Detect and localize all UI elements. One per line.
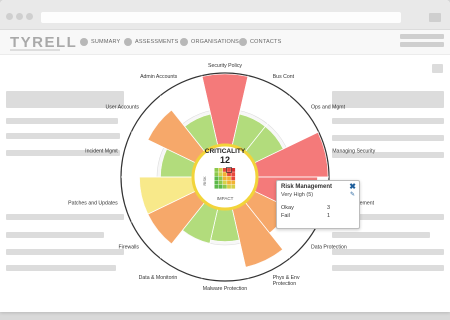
heatmap-cell [227,180,231,185]
segment-label: Admin Accounts [140,74,178,80]
popup-title: Risk Management [281,184,333,190]
browser-window: TYRELL SUMMARY ASSESSMENTS ORGANISATIONS… [0,0,450,312]
popup-fail-value: 1 [327,213,331,219]
heatmap-cell [222,172,227,176]
heatmap-cell [214,172,219,176]
heatmap-cell [214,180,219,185]
heatmap-cell [231,184,236,189]
popup-okay-label: Okay [281,205,294,211]
edit-icon[interactable]: ✎ [350,191,355,198]
segment-label: Data Protection [311,245,347,251]
heatmap-cell [231,172,236,176]
heatmap-cell [222,168,227,172]
segment-label: Phys & Env Protection [273,275,300,287]
segment-label: Firewalls [119,245,140,251]
segment-label: Managing Security [332,149,375,155]
heatmap-cell [218,184,223,189]
heatmap-cell [231,180,236,185]
heatmap-cell [231,176,236,181]
popup-fail-label: Fail [281,213,290,219]
heatmap-cell [227,168,231,172]
heatmap-cell [222,176,227,181]
segment-label: Data & Monitorin [139,275,178,281]
heatmap-cell [222,180,227,185]
segment-label: User Accounts [106,104,140,110]
segment-label: Incident Mgmt [85,149,118,155]
segment-label: Ops and Mgmt [311,104,346,110]
risk-radial-chart: Security Policy Bus Cont Ops and Mgmt Manag… [68,63,375,292]
risk-detail-popup: Risk Management Very High (5) ✖ ✎ Okay 3… [276,180,360,229]
close-icon[interactable]: ✖ [349,182,356,191]
heatmap-cell [231,168,236,172]
heatmap-cell [214,176,219,181]
heatmap-cell [222,184,227,189]
segment-label: Bus Cont [273,74,295,80]
segment-label: Security Policy [208,63,242,69]
heatmap-cell [218,180,223,185]
heatmap-cell [214,168,219,172]
heatmap-cell [214,184,219,189]
segment-label: Malware Protection [203,286,248,292]
risk-heatmap [214,167,236,189]
criticality-value: 12 [220,155,230,165]
heatmap-cell [218,168,223,172]
heatmap-cell [218,172,223,176]
popup-okay-value: 3 [327,205,331,211]
heatmap-cell [227,176,231,181]
heatmap-cell [227,172,231,176]
heatmap-impact-axis-label: IMPACT [217,196,234,201]
heatmap-cell [218,176,223,181]
criticality-title: CRITICALITY [205,148,246,155]
segment-label: Patches and Updates [68,200,118,206]
popup-subtitle: Very High (5) [281,192,314,198]
heatmap-risk-axis-label: RISK [202,176,207,186]
heatmap-cell [227,184,231,189]
